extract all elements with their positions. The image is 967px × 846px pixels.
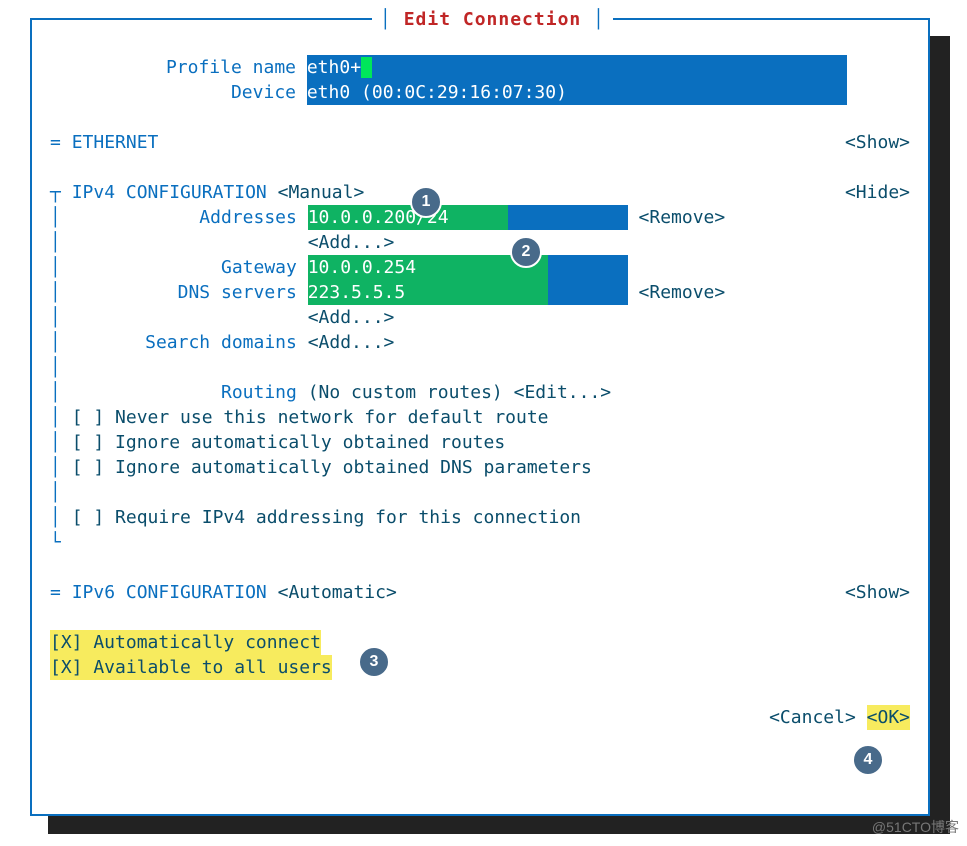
- watermark: @51CTO博客: [872, 815, 959, 840]
- dialog-window: │ Edit Connection │ Profile name eth0+ D…: [30, 18, 930, 816]
- ethernet-section: ETHERNET: [72, 130, 159, 155]
- profile-name-input[interactable]: eth0+: [307, 55, 847, 80]
- routing-label: Routing: [61, 380, 297, 405]
- profile-name-label: Profile name: [50, 55, 296, 80]
- cb-require-ipv4[interactable]: [ ] Require IPv4 addressing for this con…: [72, 505, 581, 530]
- ipv6-section: IPv6 CONFIGURATION: [72, 580, 267, 605]
- device-input[interactable]: eth0 (00:0C:29:16:07:30): [307, 80, 847, 105]
- addresses-label: Addresses: [61, 205, 297, 230]
- device-label: Device: [50, 80, 296, 105]
- annotation-badge-3: 3: [358, 646, 390, 678]
- dialog-title: Edit Connection: [404, 9, 582, 30]
- ipv6-show-button[interactable]: <Show>: [845, 580, 910, 605]
- ipv4-marker: ┬: [50, 180, 61, 205]
- annotation-badge-4: 4: [852, 744, 884, 776]
- ethernet-show-button[interactable]: <Show>: [845, 130, 910, 155]
- cb-auto-connect[interactable]: [X] Automatically connect: [50, 630, 321, 655]
- cb-default-route[interactable]: [ ] Never use this network for default r…: [72, 405, 549, 430]
- dns-add-button[interactable]: <Add...>: [308, 305, 395, 330]
- cb-ignore-dns[interactable]: [ ] Ignore automatically obtained DNS pa…: [72, 455, 592, 480]
- ipv4-hide-button[interactable]: <Hide>: [845, 180, 910, 205]
- cancel-button[interactable]: <Cancel>: [769, 705, 856, 730]
- dns-label: DNS servers: [61, 280, 297, 305]
- dns-input[interactable]: 223.5.5.5: [308, 280, 628, 305]
- gateway-label: Gateway: [61, 255, 297, 280]
- search-domains-label: Search domains: [61, 330, 297, 355]
- gateway-input[interactable]: 10.0.0.254: [308, 255, 628, 280]
- cb-all-users[interactable]: [X] Available to all users: [50, 655, 332, 680]
- ipv6-mode-select[interactable]: <Automatic>: [278, 580, 397, 605]
- annotation-badge-1: 1: [410, 186, 442, 218]
- ethernet-marker: =: [50, 130, 61, 155]
- ok-button[interactable]: <OK>: [867, 705, 910, 730]
- address-remove-button[interactable]: <Remove>: [639, 205, 726, 230]
- annotation-badge-2: 2: [510, 236, 542, 268]
- search-domains-add-button[interactable]: <Add...>: [308, 330, 395, 355]
- routing-edit-button[interactable]: <Edit...>: [514, 380, 612, 405]
- ipv4-mode-select[interactable]: <Manual>: [278, 180, 365, 205]
- ipv6-marker: =: [50, 580, 61, 605]
- cb-ignore-routes[interactable]: [ ] Ignore automatically obtained routes: [72, 430, 505, 455]
- routing-value: (No custom routes): [308, 380, 503, 405]
- dns-remove-button[interactable]: <Remove>: [639, 280, 726, 305]
- ipv4-section: IPv4 CONFIGURATION: [72, 180, 267, 205]
- dialog-title-bar: │ Edit Connection │: [372, 7, 613, 32]
- address-input[interactable]: 10.0.0.200/24: [308, 205, 628, 230]
- address-add-button[interactable]: <Add...>: [308, 230, 395, 255]
